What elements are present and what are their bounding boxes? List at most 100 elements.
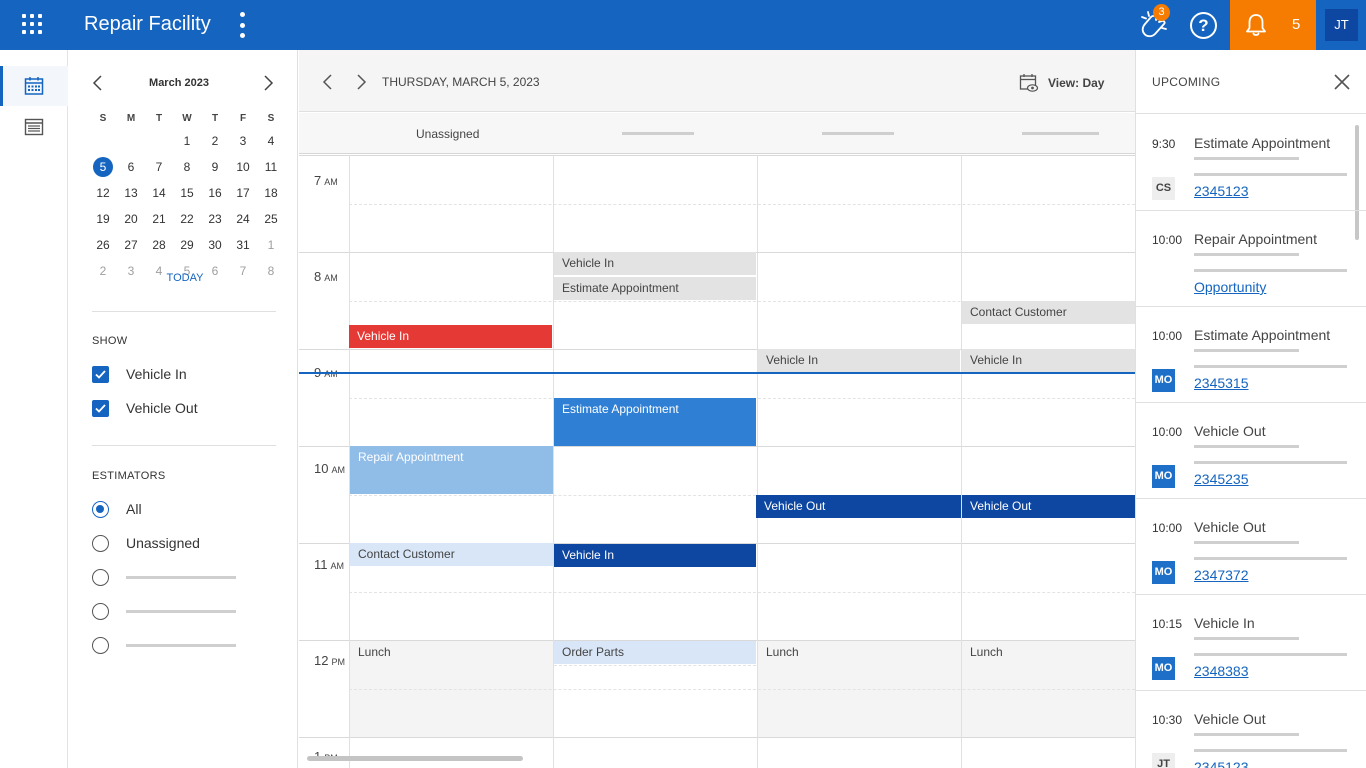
upcoming-item[interactable]: 10:00 Repair Appointment Opportunity (1136, 211, 1366, 307)
radio-icon[interactable] (92, 636, 109, 654)
chevron-right-icon[interactable] (261, 75, 275, 91)
selected-day: 5 (93, 157, 113, 177)
calendar-day[interactable]: 5 (89, 156, 117, 182)
event-vehicle-in[interactable]: Vehicle In (554, 544, 756, 567)
filter-label: Vehicle Out (126, 400, 198, 416)
event-vehicle-in[interactable]: Vehicle In (554, 252, 756, 275)
event-contact-customer[interactable]: Contact Customer (962, 301, 1135, 324)
app-launcher-icon[interactable] (22, 14, 44, 36)
calendar-day[interactable]: 26 (89, 234, 117, 260)
upcoming-link[interactable]: 2345315 (1194, 375, 1249, 391)
filter-vehicle-in[interactable]: Vehicle In (92, 365, 187, 383)
calendar-day[interactable]: 21 (145, 208, 173, 234)
upcoming-item[interactable]: 10:00 Vehicle Out MO 2347372 (1136, 499, 1366, 595)
upcoming-item[interactable]: 10:00 Estimate Appointment MO 2345315 (1136, 307, 1366, 403)
user-avatar[interactable]: JT (1325, 9, 1358, 41)
upcoming-link[interactable]: 2345123 (1194, 759, 1249, 768)
today-link[interactable]: TODAY (69, 272, 301, 284)
calendar-day[interactable]: 7 (145, 156, 173, 182)
chevron-left-icon[interactable] (321, 73, 335, 91)
horizontal-scrollbar[interactable] (307, 756, 523, 761)
view-selector[interactable]: View: Day (1019, 72, 1104, 94)
calendar-day[interactable]: 20 (117, 208, 145, 234)
upcoming-item[interactable]: 9:30 Estimate Appointment CS 2345123 (1136, 115, 1366, 211)
upcoming-item[interactable]: 10:15 Vehicle In MO 2348383 (1136, 595, 1366, 691)
calendar-day[interactable]: 25 (257, 208, 285, 234)
estimator-unassigned[interactable]: Unassigned (92, 534, 200, 552)
placeholder-bar (126, 609, 236, 613)
event-estimate-appointment[interactable]: Estimate Appointment (554, 398, 756, 446)
calendar-day[interactable]: 9 (201, 156, 229, 182)
event-estimate-appointment[interactable]: Estimate Appointment (554, 277, 756, 300)
event-vehicle-in[interactable]: Vehicle In (758, 349, 960, 372)
calendar-day[interactable]: 24 (229, 208, 257, 234)
calendar-day[interactable]: 11 (257, 156, 285, 182)
upcoming-link[interactable]: 2345123 (1194, 183, 1249, 199)
calendar-day[interactable]: 14 (145, 182, 173, 208)
close-icon[interactable] (1334, 74, 1350, 90)
calendar-day[interactable]: 1 (257, 234, 285, 260)
calendar-day[interactable]: 27 (117, 234, 145, 260)
event-vehicle-in[interactable]: Vehicle In (349, 325, 552, 348)
filter-vehicle-out[interactable]: Vehicle Out (92, 399, 198, 417)
calendar-day[interactable]: 23 (201, 208, 229, 234)
chevron-right-icon[interactable] (354, 73, 368, 91)
divider (92, 445, 276, 446)
radio-selected-icon[interactable] (92, 500, 109, 518)
event-order-parts[interactable]: Order Parts (554, 641, 756, 664)
calendar-day[interactable]: 31 (229, 234, 257, 260)
rail-item-calendar[interactable] (0, 66, 68, 106)
checkbox-checked-icon[interactable] (92, 399, 109, 417)
estimator-option[interactable] (92, 636, 236, 654)
week-row: 26 27 28 29 30 31 1 (89, 234, 285, 260)
filter-label: Vehicle In (126, 366, 187, 382)
upcoming-time: 10:00 (1152, 521, 1183, 535)
rail-item-list[interactable] (0, 107, 68, 147)
calendar-day[interactable]: 28 (145, 234, 173, 260)
calendar-day[interactable]: 29 (173, 234, 201, 260)
estimator-option[interactable] (92, 568, 236, 586)
upcoming-link[interactable]: 2348383 (1194, 663, 1249, 679)
upcoming-link[interactable]: 2347372 (1194, 567, 1249, 583)
upcoming-label: Vehicle Out (1194, 423, 1266, 439)
calendar-day[interactable]: 12 (89, 182, 117, 208)
estimator-option[interactable] (92, 602, 236, 620)
calendar-day[interactable]: 1 (173, 130, 201, 156)
estimator-all[interactable]: All (92, 500, 142, 518)
checkbox-checked-icon[interactable] (92, 365, 109, 383)
upcoming-item[interactable]: 10:00 Vehicle Out MO 2345235 (1136, 403, 1366, 499)
radio-icon[interactable] (92, 568, 109, 586)
event-vehicle-out[interactable]: Vehicle Out (962, 495, 1135, 518)
estimator-badge: MO (1152, 657, 1175, 680)
calendar-day[interactable]: 17 (229, 182, 257, 208)
event-vehicle-in[interactable]: Vehicle In (962, 349, 1135, 372)
event-lunch[interactable]: Lunch (962, 641, 1135, 664)
calendar-day[interactable]: 6 (117, 156, 145, 182)
calendar-day[interactable]: 4 (257, 130, 285, 156)
upcoming-link[interactable]: 2345235 (1194, 471, 1249, 487)
upcoming-link[interactable]: Opportunity (1194, 279, 1266, 295)
calendar-day[interactable]: 30 (201, 234, 229, 260)
column-title-placeholder (622, 132, 694, 135)
event-lunch[interactable]: Lunch (350, 641, 553, 664)
calendar-day[interactable]: 16 (201, 182, 229, 208)
calendar-day[interactable]: 13 (117, 182, 145, 208)
calendar-day[interactable]: 15 (173, 182, 201, 208)
calendar-day[interactable]: 18 (257, 182, 285, 208)
calendar-day[interactable]: 2 (201, 130, 229, 156)
notifications-button[interactable]: 5 (1230, 0, 1316, 50)
more-options-icon[interactable] (240, 12, 246, 38)
calendar-day[interactable]: 8 (173, 156, 201, 182)
calendar-day[interactable]: 3 (229, 130, 257, 156)
calendar-day[interactable]: 10 (229, 156, 257, 182)
event-repair-appointment[interactable]: Repair Appointment (350, 446, 553, 494)
help-icon[interactable]: ? (1190, 12, 1217, 39)
calendar-day[interactable]: 22 (173, 208, 201, 234)
event-vehicle-out[interactable]: Vehicle Out (756, 495, 961, 518)
radio-icon[interactable] (92, 534, 109, 552)
calendar-day[interactable]: 19 (89, 208, 117, 234)
upcoming-item[interactable]: 10:30 Vehicle Out JT 2345123 (1136, 691, 1366, 768)
event-lunch[interactable]: Lunch (758, 641, 960, 664)
event-contact-customer[interactable]: Contact Customer (350, 543, 553, 566)
radio-icon[interactable] (92, 602, 109, 620)
